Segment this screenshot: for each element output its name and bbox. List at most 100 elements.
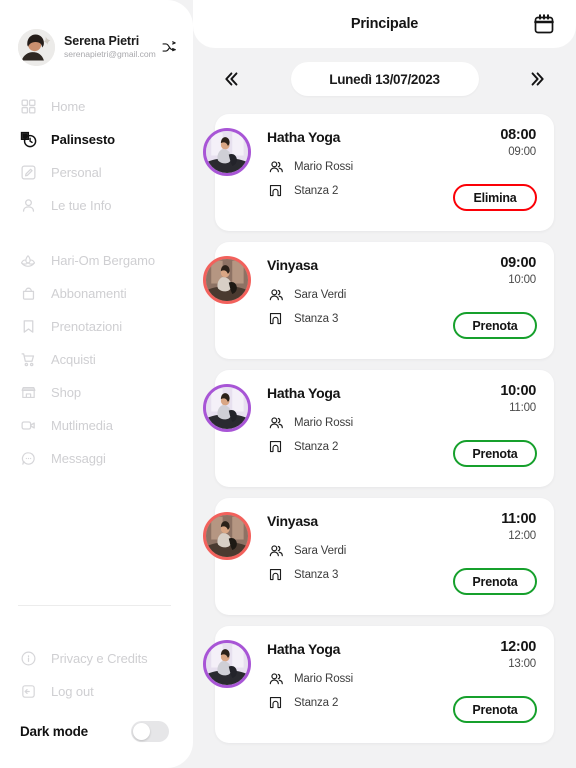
- class-action-button[interactable]: Prenota: [453, 568, 537, 595]
- double-chevron-right-icon[interactable]: [522, 62, 556, 96]
- dark-mode-label: Dark mode: [20, 723, 88, 739]
- sidebar-item-label: Mutlimedia: [51, 418, 113, 433]
- class-instructor-row: Mario Rossi: [267, 670, 536, 687]
- current-date-pill[interactable]: Lunedì 13/07/2023: [290, 62, 479, 96]
- app-root: Serena Pietri serenapietri@gmail.com Hom…: [0, 0, 576, 768]
- class-room-name: Stanza 3: [294, 312, 339, 325]
- people-icon: [267, 286, 284, 303]
- store-icon: [18, 383, 38, 403]
- class-room-name: Stanza 2: [294, 184, 339, 197]
- sidebar: Serena Pietri serenapietri@gmail.com Hom…: [0, 0, 193, 768]
- class-card-4[interactable]: Hatha Yoga 12:00 13:00 Mario Rossi Stanz…: [203, 626, 554, 743]
- sidebar-item-le-tue-info[interactable]: Le tue Info: [0, 189, 193, 222]
- sidebar-item-abbonamenti[interactable]: Abbonamenti: [0, 277, 193, 310]
- sidebar-item-label: Messaggi: [51, 451, 106, 466]
- current-date-label: Lunedì 13/07/2023: [329, 71, 440, 87]
- sidebar-divider: [18, 605, 171, 606]
- avatar: [18, 28, 55, 66]
- page-title: Principale: [350, 16, 419, 32]
- class-list: Hatha Yoga 08:00 09:00 Mario Rossi Stanz…: [193, 110, 576, 768]
- room-icon: [267, 438, 284, 455]
- room-icon: [267, 566, 284, 583]
- sidebar-item-palinsesto[interactable]: Palinsesto: [0, 123, 193, 156]
- sidebar-item-label: Shop: [51, 385, 81, 400]
- dark-mode-row: Dark mode: [0, 708, 193, 754]
- class-avatar: [203, 128, 251, 176]
- class-card-0[interactable]: Hatha Yoga 08:00 09:00 Mario Rossi Stanz…: [203, 114, 554, 231]
- people-icon: [267, 158, 284, 175]
- sidebar-item-label: Log out: [51, 684, 94, 699]
- class-action-button[interactable]: Prenota: [453, 312, 537, 339]
- chat-icon: [18, 449, 38, 469]
- class-title: Hatha Yoga: [267, 129, 341, 145]
- class-instructor-name: Sara Verdi: [294, 544, 347, 557]
- class-end-time: 12:00: [508, 530, 536, 542]
- schedule-clock-icon: [18, 130, 38, 150]
- class-avatar: [203, 256, 251, 304]
- class-card-2[interactable]: Hatha Yoga 10:00 11:00 Mario Rossi Stanz…: [203, 370, 554, 487]
- class-start-time: 10:00: [500, 383, 536, 399]
- sidebar-item-mutlimedia[interactable]: Mutlimedia: [0, 409, 193, 442]
- class-card-1[interactable]: Vinyasa 09:00 10:00 Sara Verdi Stanza 3 …: [203, 242, 554, 359]
- class-instructor-row: Mario Rossi: [267, 158, 536, 175]
- sidebar-item-messaggi[interactable]: Messaggi: [0, 442, 193, 475]
- sidebar-item-privacy-credits[interactable]: Privacy e Credits: [0, 642, 193, 675]
- sidebar-item-acquisti[interactable]: Acquisti: [0, 343, 193, 376]
- class-action-button[interactable]: Elimina: [453, 184, 537, 211]
- class-avatar: [203, 640, 251, 688]
- class-card-3[interactable]: Vinyasa 11:00 12:00 Sara Verdi Stanza 3 …: [203, 498, 554, 615]
- sidebar-item-label: Home: [51, 99, 86, 114]
- room-icon: [267, 182, 284, 199]
- sidebar-item-log-out[interactable]: Log out: [0, 675, 193, 708]
- class-instructor-name: Sara Verdi: [294, 288, 347, 301]
- yoga-photo-icon: [206, 259, 248, 301]
- toggle-knob: [133, 722, 150, 740]
- profile-section[interactable]: Serena Pietri serenapietri@gmail.com: [0, 26, 193, 68]
- sidebar-item-hari-om-bergamo[interactable]: Hari-Om Bergamo: [0, 244, 193, 277]
- people-icon: [267, 414, 284, 431]
- top-bar: Principale: [193, 0, 576, 48]
- class-title: Vinyasa: [267, 257, 318, 273]
- cart-icon: [18, 350, 38, 370]
- class-start-time: 09:00: [500, 255, 536, 271]
- class-instructor-name: Mario Rossi: [294, 672, 354, 685]
- class-end-time: 09:00: [508, 146, 536, 158]
- class-title: Hatha Yoga: [267, 641, 341, 657]
- class-room-name: Stanza 2: [294, 440, 339, 453]
- lotus-icon: [18, 251, 38, 271]
- sidebar-item-shop[interactable]: Shop: [0, 376, 193, 409]
- shuffle-icon[interactable]: [159, 37, 179, 57]
- class-title: Vinyasa: [267, 513, 318, 529]
- double-chevron-left-icon[interactable]: [213, 62, 247, 96]
- sidebar-item-personal[interactable]: Personal: [0, 156, 193, 189]
- sidebar-item-label: Acquisti: [51, 352, 96, 367]
- user-photo-icon: [18, 28, 55, 66]
- class-title: Hatha Yoga: [267, 385, 341, 401]
- profile-text: Serena Pietri serenapietri@gmail.com: [64, 34, 156, 60]
- class-avatar: [203, 384, 251, 432]
- sidebar-item-label: Privacy e Credits: [51, 651, 148, 666]
- class-action-button[interactable]: Prenota: [453, 696, 537, 723]
- class-room-name: Stanza 3: [294, 568, 339, 581]
- profile-name: Serena Pietri: [64, 34, 140, 48]
- class-action-button[interactable]: Prenota: [453, 440, 537, 467]
- logout-icon: [18, 682, 38, 702]
- sidebar-item-home[interactable]: Home: [0, 90, 193, 123]
- sidebar-item-label: Palinsesto: [51, 132, 116, 147]
- class-end-time: 13:00: [508, 658, 536, 670]
- primary-nav: Home Palinsesto Personal Le tue Info: [0, 90, 193, 222]
- calendar-icon[interactable]: [532, 12, 556, 36]
- yoga-photo-icon: [206, 387, 248, 429]
- sidebar-item-label: Hari-Om Bergamo: [51, 253, 155, 268]
- room-icon: [267, 694, 284, 711]
- yoga-photo-icon: [206, 515, 248, 557]
- class-end-time: 11:00: [509, 402, 536, 414]
- info-circle-icon: [18, 649, 38, 669]
- class-instructor-name: Mario Rossi: [294, 160, 354, 173]
- class-start-time: 11:00: [501, 511, 536, 527]
- yoga-photo-icon: [206, 643, 248, 685]
- dark-mode-toggle[interactable]: [131, 720, 169, 742]
- sidebar-item-prenotazioni[interactable]: Prenotazioni: [0, 310, 193, 343]
- sidebar-item-label: Prenotazioni: [51, 319, 123, 334]
- profile-email: serenapietri@gmail.com: [64, 49, 156, 59]
